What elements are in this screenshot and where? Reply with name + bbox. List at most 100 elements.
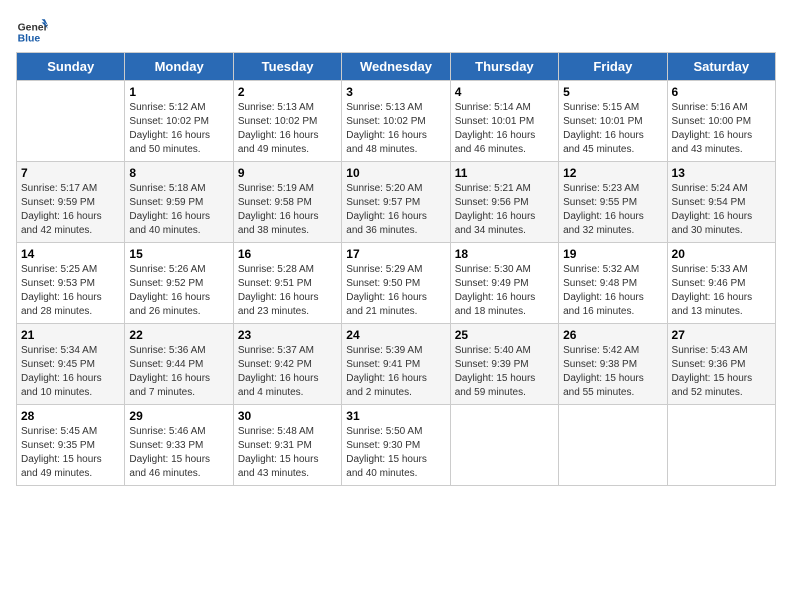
day-info: Sunrise: 5:13 AM Sunset: 10:02 PM Daylig…	[346, 101, 445, 157]
day-info: Sunrise: 5:25 AM Sunset: 9:53 PM Dayligh…	[21, 263, 120, 319]
weekday-header-monday: Monday	[125, 53, 233, 81]
day-number: 27	[672, 328, 771, 342]
weekday-header-saturday: Saturday	[667, 53, 775, 81]
day-number: 10	[346, 166, 445, 180]
calendar-body: 1 Sunrise: 5:12 AM Sunset: 10:02 PM Dayli…	[17, 81, 776, 486]
day-info: Sunrise: 5:37 AM Sunset: 9:42 PM Dayligh…	[238, 344, 337, 400]
day-info: Sunrise: 5:42 AM Sunset: 9:38 PM Dayligh…	[563, 344, 662, 400]
day-info: Sunrise: 5:12 AM Sunset: 10:02 PM Daylig…	[129, 101, 228, 157]
calendar-cell: 19 Sunrise: 5:32 AM Sunset: 9:48 PM Dayli…	[559, 243, 667, 324]
calendar-cell: 31 Sunrise: 5:50 AM Sunset: 9:30 PM Dayli…	[342, 405, 450, 486]
day-info: Sunrise: 5:14 AM Sunset: 10:01 PM Daylig…	[455, 101, 554, 157]
calendar-cell: 7 Sunrise: 5:17 AM Sunset: 9:59 PM Daylig…	[17, 162, 125, 243]
calendar-cell: 27 Sunrise: 5:43 AM Sunset: 9:36 PM Dayli…	[667, 324, 775, 405]
calendar-cell: 15 Sunrise: 5:26 AM Sunset: 9:52 PM Dayli…	[125, 243, 233, 324]
day-number: 18	[455, 247, 554, 261]
day-number: 15	[129, 247, 228, 261]
day-info: Sunrise: 5:46 AM Sunset: 9:33 PM Dayligh…	[129, 425, 228, 481]
day-info: Sunrise: 5:39 AM Sunset: 9:41 PM Dayligh…	[346, 344, 445, 400]
logo-icon: General Blue	[16, 16, 48, 48]
calendar-cell: 23 Sunrise: 5:37 AM Sunset: 9:42 PM Dayli…	[233, 324, 341, 405]
day-number: 11	[455, 166, 554, 180]
day-number: 31	[346, 409, 445, 423]
day-info: Sunrise: 5:36 AM Sunset: 9:44 PM Dayligh…	[129, 344, 228, 400]
calendar-cell: 1 Sunrise: 5:12 AM Sunset: 10:02 PM Dayli…	[125, 81, 233, 162]
calendar-cell: 29 Sunrise: 5:46 AM Sunset: 9:33 PM Dayli…	[125, 405, 233, 486]
day-number: 23	[238, 328, 337, 342]
day-number: 17	[346, 247, 445, 261]
day-info: Sunrise: 5:24 AM Sunset: 9:54 PM Dayligh…	[672, 182, 771, 238]
day-info: Sunrise: 5:26 AM Sunset: 9:52 PM Dayligh…	[129, 263, 228, 319]
calendar-cell: 6 Sunrise: 5:16 AM Sunset: 10:00 PM Dayli…	[667, 81, 775, 162]
day-number: 22	[129, 328, 228, 342]
calendar-cell: 10 Sunrise: 5:20 AM Sunset: 9:57 PM Dayli…	[342, 162, 450, 243]
day-info: Sunrise: 5:23 AM Sunset: 9:55 PM Dayligh…	[563, 182, 662, 238]
day-number: 28	[21, 409, 120, 423]
day-number: 13	[672, 166, 771, 180]
calendar-cell: 13 Sunrise: 5:24 AM Sunset: 9:54 PM Dayli…	[667, 162, 775, 243]
calendar-cell: 16Sunrise: 5:28 AM Sunset: 9:51 PM Dayli…	[233, 243, 341, 324]
calendar-cell	[667, 405, 775, 486]
day-info: Sunrise: 5:19 AM Sunset: 9:58 PM Dayligh…	[238, 182, 337, 238]
calendar-cell: 9 Sunrise: 5:19 AM Sunset: 9:58 PM Daylig…	[233, 162, 341, 243]
calendar-week-1: 1 Sunrise: 5:12 AM Sunset: 10:02 PM Dayli…	[17, 81, 776, 162]
day-number: 6	[672, 85, 771, 99]
day-number: 1	[129, 85, 228, 99]
logo: General Blue	[16, 16, 48, 48]
calendar-cell: 4 Sunrise: 5:14 AM Sunset: 10:01 PM Dayli…	[450, 81, 558, 162]
weekday-header-friday: Friday	[559, 53, 667, 81]
svg-text:Blue: Blue	[18, 34, 41, 45]
day-number: 2	[238, 85, 337, 99]
day-info: Sunrise: 5:15 AM Sunset: 10:01 PM Daylig…	[563, 101, 662, 157]
calendar-cell: 2 Sunrise: 5:13 AM Sunset: 10:02 PM Dayli…	[233, 81, 341, 162]
calendar-cell: 25Sunrise: 5:40 AM Sunset: 9:39 PM Dayli…	[450, 324, 558, 405]
weekday-header-thursday: Thursday	[450, 53, 558, 81]
calendar-week-4: 21Sunrise: 5:34 AM Sunset: 9:45 PM Dayli…	[17, 324, 776, 405]
day-number: 7	[21, 166, 120, 180]
day-info: Sunrise: 5:30 AM Sunset: 9:49 PM Dayligh…	[455, 263, 554, 319]
day-info: Sunrise: 5:40 AM Sunset: 9:39 PM Dayligh…	[455, 344, 554, 400]
day-number: 9	[238, 166, 337, 180]
day-info: Sunrise: 5:43 AM Sunset: 9:36 PM Dayligh…	[672, 344, 771, 400]
calendar-cell: 28 Sunrise: 5:45 AM Sunset: 9:35 PM Dayli…	[17, 405, 125, 486]
weekday-header-row: SundayMondayTuesdayWednesdayThursdayFrid…	[17, 53, 776, 81]
day-number: 30	[238, 409, 337, 423]
calendar-cell: 11Sunrise: 5:21 AM Sunset: 9:56 PM Dayli…	[450, 162, 558, 243]
day-info: Sunrise: 5:45 AM Sunset: 9:35 PM Dayligh…	[21, 425, 120, 481]
calendar-cell: 18 Sunrise: 5:30 AM Sunset: 9:49 PM Dayli…	[450, 243, 558, 324]
day-info: Sunrise: 5:18 AM Sunset: 9:59 PM Dayligh…	[129, 182, 228, 238]
day-info: Sunrise: 5:13 AM Sunset: 10:02 PM Daylig…	[238, 101, 337, 157]
day-number: 3	[346, 85, 445, 99]
calendar-cell: 14Sunrise: 5:25 AM Sunset: 9:53 PM Dayli…	[17, 243, 125, 324]
calendar-cell	[559, 405, 667, 486]
day-info: Sunrise: 5:16 AM Sunset: 10:00 PM Daylig…	[672, 101, 771, 157]
day-number: 26	[563, 328, 662, 342]
day-number: 24	[346, 328, 445, 342]
day-info: Sunrise: 5:17 AM Sunset: 9:59 PM Dayligh…	[21, 182, 120, 238]
calendar-cell: 3 Sunrise: 5:13 AM Sunset: 10:02 PM Dayli…	[342, 81, 450, 162]
day-number: 4	[455, 85, 554, 99]
day-info: Sunrise: 5:48 AM Sunset: 9:31 PM Dayligh…	[238, 425, 337, 481]
calendar-cell: 8 Sunrise: 5:18 AM Sunset: 9:59 PM Daylig…	[125, 162, 233, 243]
calendar-cell: 5Sunrise: 5:15 AM Sunset: 10:01 PM Dayli…	[559, 81, 667, 162]
calendar-header: SundayMondayTuesdayWednesdayThursdayFrid…	[17, 53, 776, 81]
day-info: Sunrise: 5:50 AM Sunset: 9:30 PM Dayligh…	[346, 425, 445, 481]
page-header: General Blue	[16, 16, 776, 48]
day-info: Sunrise: 5:20 AM Sunset: 9:57 PM Dayligh…	[346, 182, 445, 238]
day-number: 19	[563, 247, 662, 261]
day-info: Sunrise: 5:33 AM Sunset: 9:46 PM Dayligh…	[672, 263, 771, 319]
day-info: Sunrise: 5:32 AM Sunset: 9:48 PM Dayligh…	[563, 263, 662, 319]
calendar-cell: 26 Sunrise: 5:42 AM Sunset: 9:38 PM Dayli…	[559, 324, 667, 405]
day-info: Sunrise: 5:29 AM Sunset: 9:50 PM Dayligh…	[346, 263, 445, 319]
calendar-cell: 21Sunrise: 5:34 AM Sunset: 9:45 PM Dayli…	[17, 324, 125, 405]
calendar-cell	[450, 405, 558, 486]
day-info: Sunrise: 5:28 AM Sunset: 9:51 PM Dayligh…	[238, 263, 337, 319]
day-number: 8	[129, 166, 228, 180]
calendar-cell: 30 Sunrise: 5:48 AM Sunset: 9:31 PM Dayli…	[233, 405, 341, 486]
calendar-week-3: 14Sunrise: 5:25 AM Sunset: 9:53 PM Dayli…	[17, 243, 776, 324]
calendar-cell	[17, 81, 125, 162]
day-number: 12	[563, 166, 662, 180]
day-number: 29	[129, 409, 228, 423]
day-number: 20	[672, 247, 771, 261]
calendar-week-2: 7 Sunrise: 5:17 AM Sunset: 9:59 PM Daylig…	[17, 162, 776, 243]
